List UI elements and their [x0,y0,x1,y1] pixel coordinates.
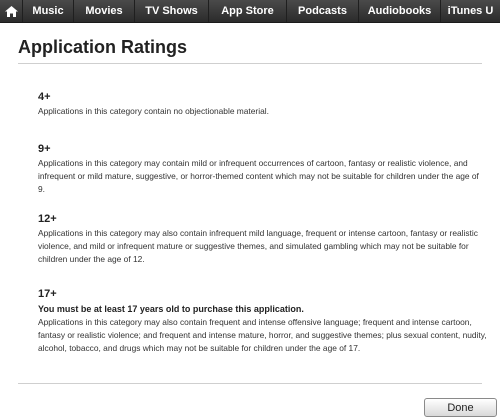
footer-divider [18,383,482,384]
rating-section-4plus: 4+ Applications in this category contain… [38,90,488,118]
rating-label: 12+ [38,213,57,225]
rating-description: Applications in this category may also c… [38,317,487,353]
done-button[interactable]: Done [424,398,497,417]
nav-item-itunes-u[interactable]: iTunes U [441,0,500,22]
nav-item-podcasts[interactable]: Podcasts [287,0,359,22]
rating-label: 9+ [38,143,51,155]
home-icon [4,5,18,17]
rating-label: 4+ [38,91,51,103]
nav-home-button[interactable] [0,0,23,22]
nav-item-music[interactable]: Music [23,0,74,22]
nav-item-app-store[interactable]: App Store [209,0,287,22]
nav-item-movies[interactable]: Movies [74,0,135,22]
rating-section-12plus: 12+ Applications in this category may al… [38,212,488,266]
age-warning: You must be at least 17 years old to pur… [38,304,304,314]
nav-item-tv-shows[interactable]: TV Shows [135,0,209,22]
rating-section-9plus: 9+ Applications in this category may con… [38,142,488,196]
nav-item-audiobooks[interactable]: Audiobooks [359,0,441,22]
rating-label: 17+ [38,288,57,300]
title-divider [18,63,482,64]
rating-description: Applications in this category may also c… [38,228,478,264]
rating-section-17plus: 17+ You must be at least 17 years old to… [38,287,488,355]
top-nav-bar: Music Movies TV Shows App Store Podcasts… [0,0,500,23]
page-title: Application Ratings [18,37,188,57]
rating-description: Applications in this category contain no… [38,106,269,116]
rating-description: Applications in this category may contai… [38,158,479,194]
